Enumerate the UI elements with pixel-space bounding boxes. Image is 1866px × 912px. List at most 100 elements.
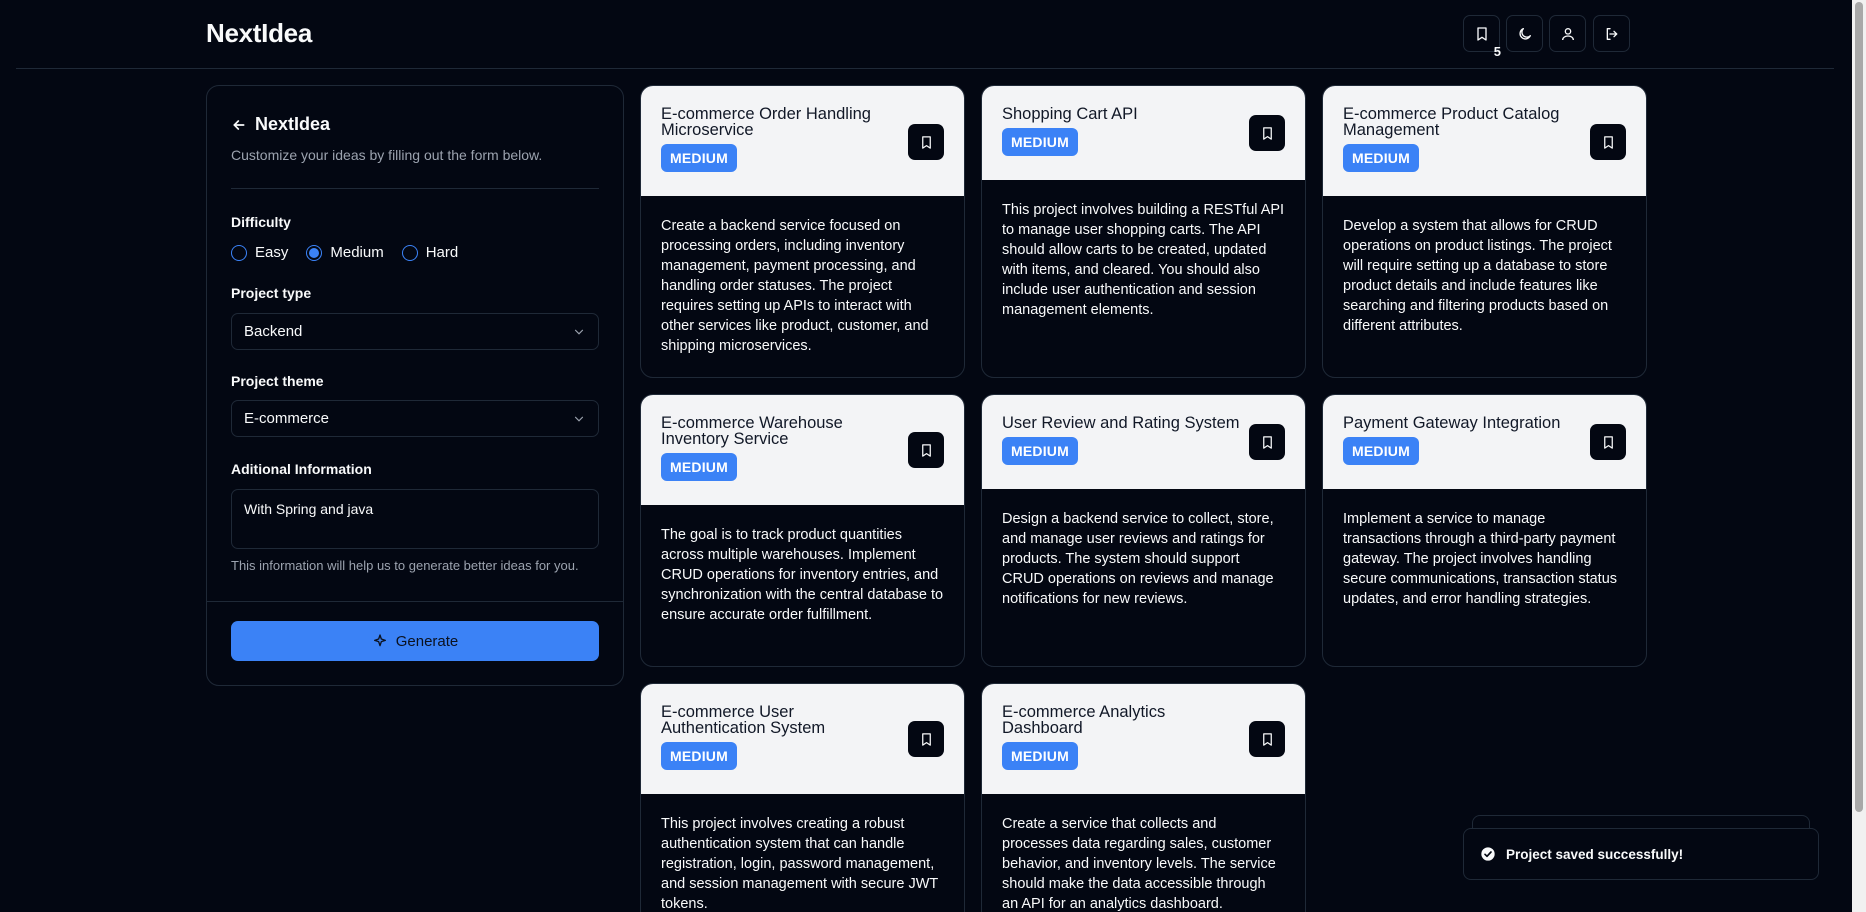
generate-button-label: Generate	[395, 632, 459, 650]
additional-info-textarea[interactable]: With Spring and java	[231, 489, 599, 549]
idea-description: This project involves creating a robust …	[661, 816, 938, 912]
idea-card: E-commerce Product Catalog Management ME…	[1322, 85, 1647, 378]
idea-description: Implement a service to manage transactio…	[1343, 511, 1618, 607]
form-subtitle: Customize your ideas by filling out the …	[231, 147, 543, 163]
idea-description: Create a backend service focused on proc…	[661, 218, 929, 354]
form-title-row[interactable]: NextIdea	[231, 114, 330, 135]
difficulty-badge: MEDIUM	[661, 453, 737, 481]
divider	[207, 601, 623, 602]
save-idea-button[interactable]	[908, 721, 944, 757]
radio-button[interactable]	[401, 244, 418, 261]
idea-card-header: Shopping Cart API MEDIUM	[982, 86, 1305, 180]
idea-card-header: User Review and Rating System MEDIUM	[982, 395, 1305, 489]
chevron-down-icon	[574, 329, 584, 335]
difficulty-badge: MEDIUM	[1002, 128, 1078, 156]
generate-button[interactable]: Generate	[231, 621, 599, 661]
idea-description: The goal is to track product quantities …	[661, 527, 944, 623]
idea-description: Design a backend service to collect, sto…	[1002, 511, 1274, 607]
check-circle-icon	[1481, 847, 1495, 861]
scrollbar-thumb[interactable]	[1855, 2, 1863, 812]
radio-button-selected[interactable]	[306, 244, 323, 261]
difficulty-badge: MEDIUM	[1343, 144, 1419, 172]
idea-description: Create a service that collects and proce…	[1002, 816, 1276, 912]
save-idea-button[interactable]	[1249, 115, 1285, 151]
project-type-value: Backend	[244, 323, 303, 340]
bookmark-icon	[1262, 732, 1272, 746]
additional-info-label: Aditional Information	[231, 461, 372, 477]
brand-logo[interactable]: NextIdea	[206, 18, 312, 49]
bookmark-icon	[1603, 135, 1613, 149]
idea-description: Develop a system that allows for CRUD op…	[1343, 218, 1612, 334]
difficulty-badge: MEDIUM	[661, 742, 737, 770]
project-theme-label: Project theme	[231, 373, 324, 389]
idea-card-header: E-commerce Order Handling Microservice M…	[641, 86, 964, 196]
difficulty-badge: MEDIUM	[661, 144, 737, 172]
difficulty-option-medium[interactable]: Medium	[306, 244, 384, 261]
additional-info-hint: This information will help us to generat…	[231, 558, 579, 573]
idea-card-header: Payment Gateway Integration MEDIUM	[1323, 395, 1646, 489]
idea-title: Payment Gateway Integration	[1343, 414, 1561, 432]
toast-message: Project saved successfully!	[1506, 846, 1684, 862]
sparkles-icon	[373, 634, 386, 647]
project-type-label: Project type	[231, 285, 312, 301]
idea-title: E-commerce Analytics Dashboard	[1002, 703, 1166, 737]
idea-card: E-commerce Warehouse Inventory Service M…	[640, 394, 965, 667]
bookmark-icon	[1476, 26, 1487, 41]
save-idea-button[interactable]	[1590, 424, 1626, 460]
radio-label: Medium	[330, 244, 384, 261]
idea-card: E-commerce Order Handling Microservice M…	[640, 85, 965, 378]
page-scrollbar[interactable]	[1852, 0, 1866, 912]
radio-button[interactable]	[231, 244, 247, 261]
idea-card: Shopping Cart API MEDIUM This project in…	[981, 85, 1306, 378]
save-idea-button[interactable]	[1249, 424, 1285, 460]
moon-icon	[1518, 27, 1531, 40]
bookmark-icon	[921, 732, 931, 746]
toast-notification[interactable]: Project saved successfully!	[1463, 828, 1819, 880]
idea-card-header: E-commerce Analytics Dashboard MEDIUM	[982, 684, 1305, 794]
difficulty-badge: MEDIUM	[1343, 437, 1419, 465]
idea-card: E-commerce User Authentication System ME…	[640, 683, 965, 912]
bookmark-icon	[1262, 435, 1272, 449]
chevron-down-icon	[574, 416, 584, 422]
idea-title: E-commerce Order Handling Microservice	[661, 105, 871, 139]
bookmark-icon	[921, 135, 931, 149]
idea-title: User Review and Rating System	[1002, 414, 1240, 432]
save-idea-button[interactable]	[908, 124, 944, 160]
divider	[231, 188, 599, 189]
difficulty-option-easy[interactable]: Easy	[231, 244, 288, 261]
save-idea-button[interactable]	[1249, 721, 1285, 757]
idea-title: Shopping Cart API	[1002, 105, 1138, 123]
radio-label: Hard	[425, 244, 459, 261]
difficulty-radio-group: Easy Medium Hard	[231, 244, 458, 261]
save-idea-button[interactable]	[908, 432, 944, 468]
arrow-left-icon[interactable]	[231, 117, 247, 133]
saved-count-badge: 5	[1493, 44, 1501, 59]
idea-card: E-commerce Analytics Dashboard MEDIUM Cr…	[981, 683, 1306, 912]
saved-ideas-button[interactable]: 5	[1463, 15, 1501, 59]
theme-toggle-button[interactable]	[1506, 15, 1543, 52]
bookmark-icon	[921, 443, 931, 457]
idea-card-header: E-commerce Warehouse Inventory Service M…	[641, 395, 964, 505]
difficulty-option-hard[interactable]: Hard	[401, 244, 459, 261]
profile-button[interactable]	[1549, 15, 1586, 52]
idea-form-panel: NextIdea Customize your ideas by filling…	[206, 85, 624, 686]
idea-card-header: E-commerce Product Catalog Management ME…	[1323, 86, 1646, 196]
difficulty-label: Difficulty	[231, 214, 291, 230]
form-title: NextIdea	[255, 114, 331, 134]
idea-description: This project involves building a RESTful…	[1002, 202, 1285, 318]
logout-button[interactable]	[1593, 15, 1630, 52]
idea-card: Payment Gateway Integration MEDIUM Imple…	[1322, 394, 1647, 667]
project-theme-select[interactable]: E-commerce	[231, 400, 599, 437]
bookmark-icon	[1603, 435, 1613, 449]
difficulty-badge: MEDIUM	[1002, 742, 1078, 770]
logout-icon	[1606, 27, 1617, 40]
bookmark-icon	[1262, 126, 1272, 140]
radio-label: Easy	[255, 244, 289, 261]
project-theme-value: E-commerce	[244, 410, 330, 427]
project-type-select[interactable]: Backend	[231, 313, 599, 350]
save-idea-button[interactable]	[1590, 124, 1626, 160]
idea-title: E-commerce User Authentication System	[661, 703, 826, 737]
idea-card-header: E-commerce User Authentication System ME…	[641, 684, 964, 794]
idea-title: E-commerce Product Catalog Management	[1343, 105, 1560, 139]
idea-title: E-commerce Warehouse Inventory Service	[661, 414, 843, 448]
